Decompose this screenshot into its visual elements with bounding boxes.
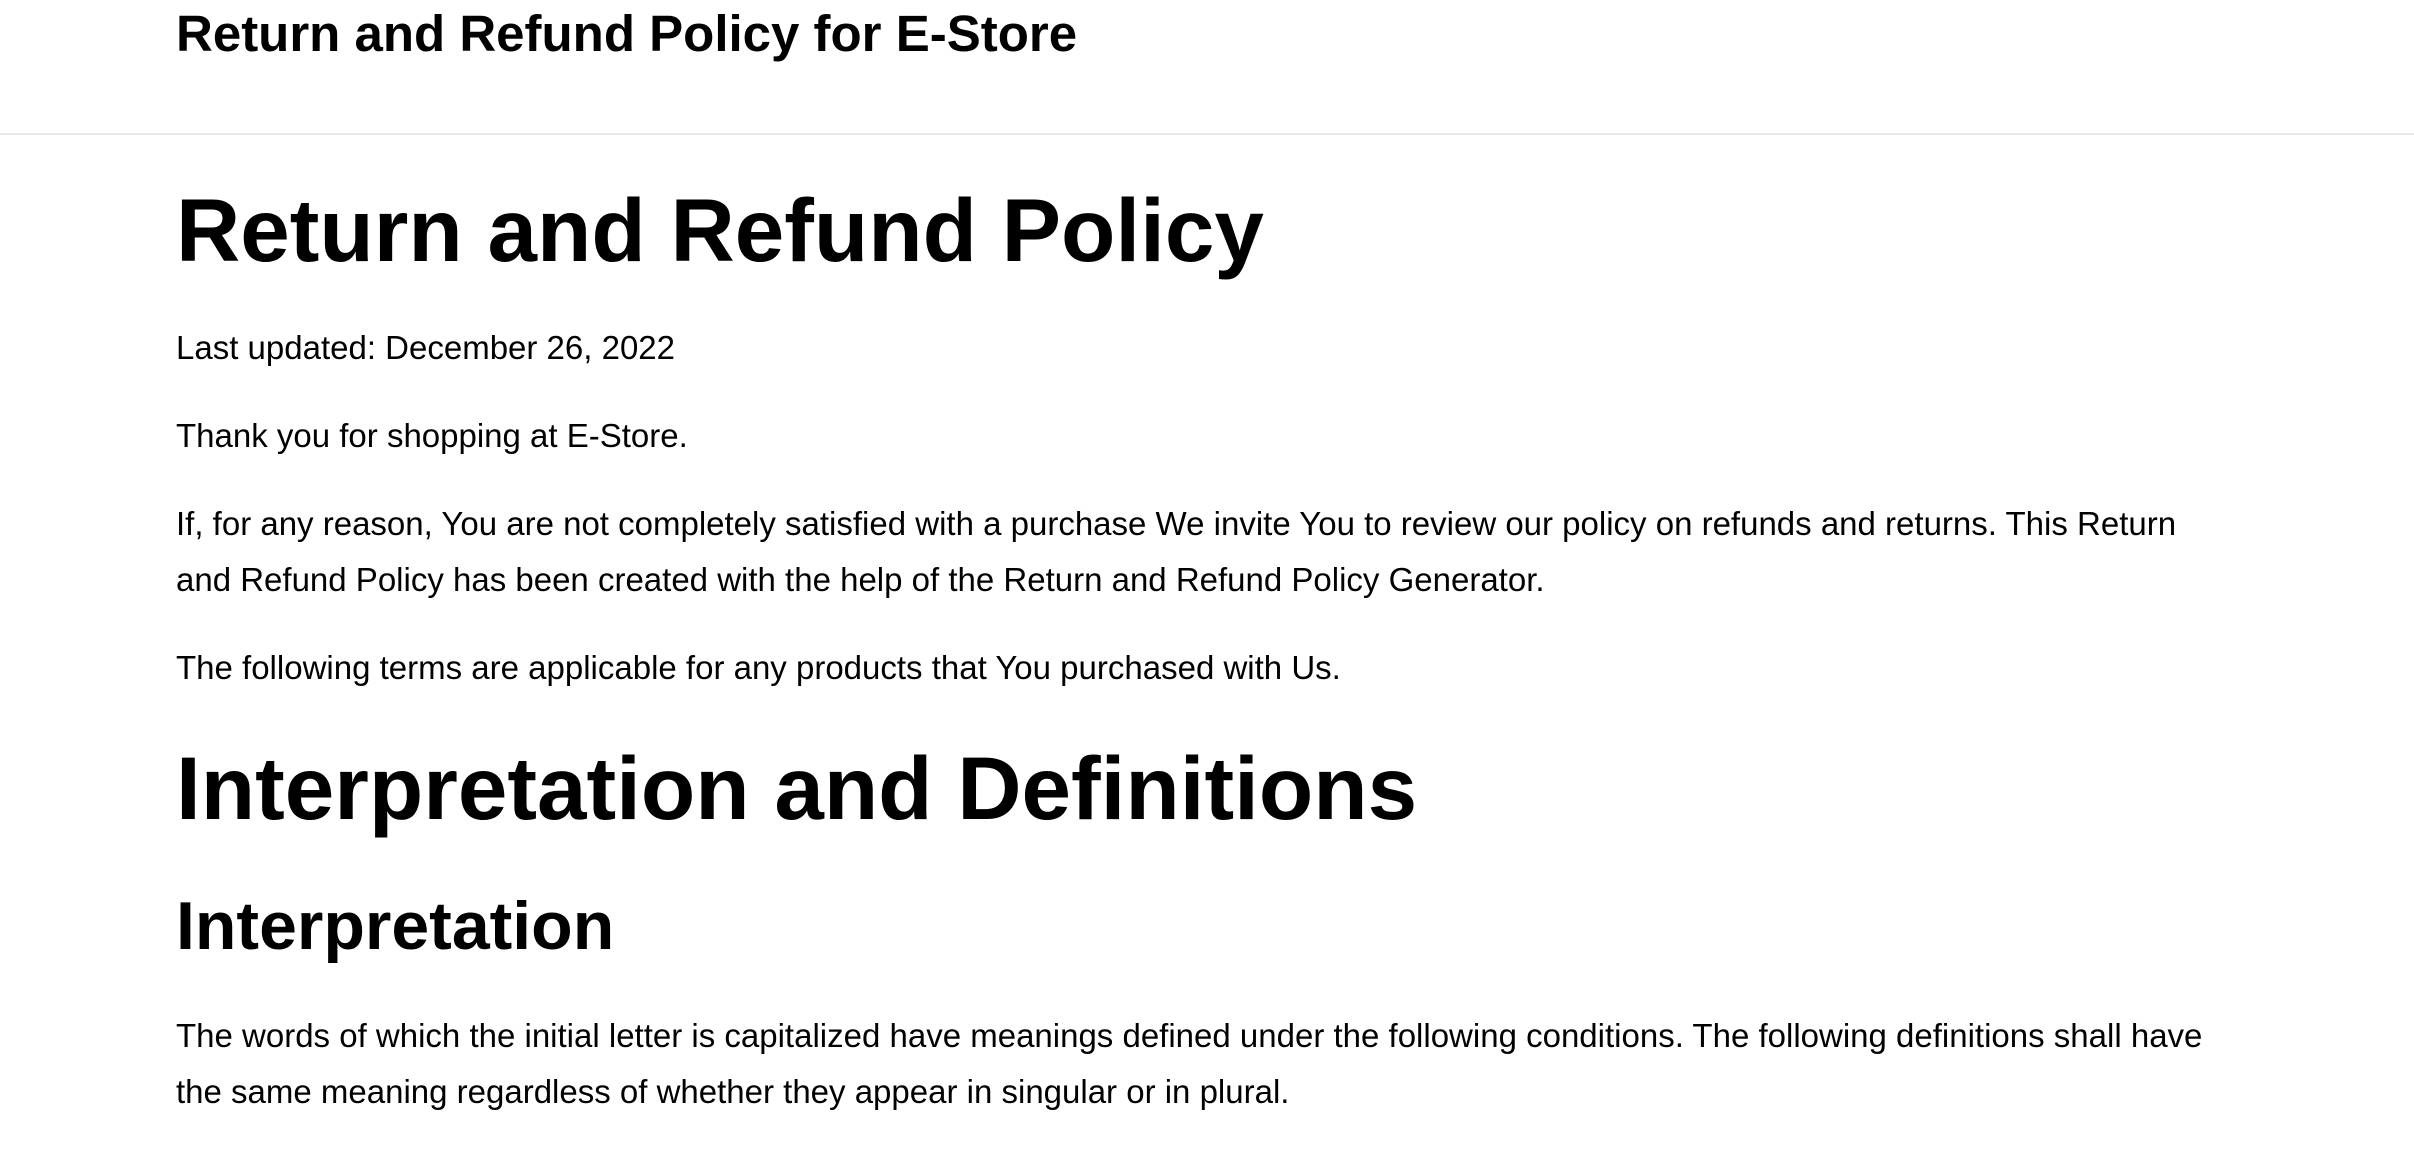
site-header: Return and Refund Policy for E-Store: [0, 0, 2414, 135]
site-title: Return and Refund Policy for E-Store: [176, 5, 1078, 62]
intro-paragraph: If, for any reason, You are not complete…: [176, 505, 2177, 598]
interpretation-paragraph: The words of which the initial letter is…: [176, 1017, 2203, 1110]
subsection-heading-interpretation: Interpretation: [176, 888, 615, 964]
last-updated-text: Last updated: December 26, 2022: [176, 329, 676, 366]
terms-paragraph: The following terms are applicable for a…: [176, 649, 1341, 686]
thank-you-text: Thank you for shopping at E-Store.: [176, 417, 688, 454]
page-title: Return and Refund Policy: [176, 180, 1264, 280]
section-heading-interpretation-definitions: Interpretation and Definitions: [176, 738, 1418, 838]
